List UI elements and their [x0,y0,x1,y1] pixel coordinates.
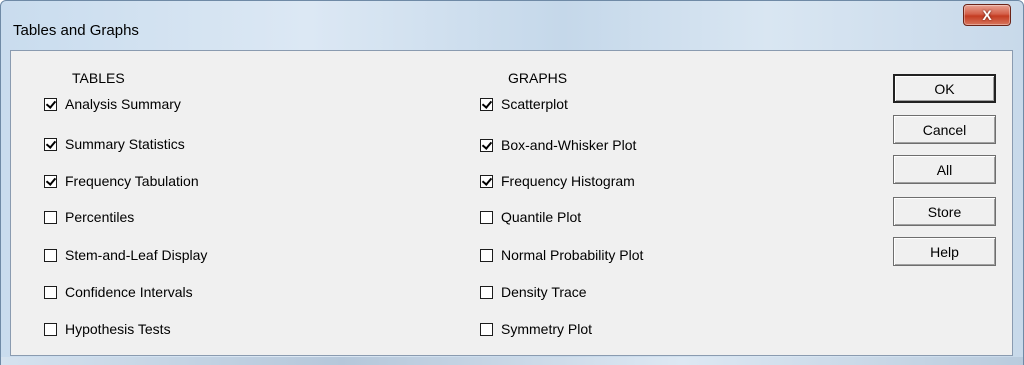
checkbox-box[interactable] [480,285,493,299]
title-bar[interactable]: Tables and Graphs X [1,1,1023,49]
checkbox-box[interactable] [44,322,57,336]
checkbox-label: Symmetry Plot [501,321,593,337]
graphs-header: GRAPHS [508,70,568,86]
window-bottom-border [1,357,1023,365]
tables-and-graphs-dialog: Tables and Graphs X TABLES Analysis Summ… [0,0,1024,365]
checkbox-hypothesis-tests[interactable]: Hypothesis Tests [44,321,171,337]
checkbox-summary-statistics[interactable]: Summary Statistics [44,136,185,152]
checkbox-confidence-intervals[interactable]: Confidence Intervals [44,284,193,300]
checkbox-box[interactable] [480,174,493,188]
checkbox-label: Box-and-Whisker Plot [501,137,637,153]
checkbox-label: Percentiles [65,209,135,225]
checkbox-box-and-whisker-plot[interactable]: Box-and-Whisker Plot [480,137,636,153]
checkbox-stem-and-leaf-display[interactable]: Stem-and-Leaf Display [44,247,207,263]
checkbox-box[interactable] [44,285,57,299]
checkbox-box[interactable] [44,97,57,111]
close-icon: X [982,7,992,23]
checkbox-frequency-tabulation[interactable]: Frequency Tabulation [44,173,199,189]
checkbox-label: Normal Probability Plot [501,247,644,263]
checkbox-scatterplot[interactable]: Scatterplot [480,96,568,112]
checkbox-label: Analysis Summary [65,96,181,112]
checkbox-box[interactable] [44,248,57,262]
all-button[interactable]: All [893,155,996,184]
tables-header: TABLES [72,70,125,86]
checkbox-normal-probability-plot[interactable]: Normal Probability Plot [480,247,643,263]
checkbox-percentiles[interactable]: Percentiles [44,209,134,225]
close-button[interactable]: X [963,4,1011,26]
checkbox-box[interactable] [44,174,57,188]
store-button[interactable]: Store [893,197,996,226]
checkbox-label: Stem-and-Leaf Display [65,247,208,263]
checkbox-box[interactable] [480,138,493,152]
checkbox-label: Frequency Histogram [501,173,635,189]
checkbox-box[interactable] [480,210,493,224]
checkbox-box[interactable] [480,248,493,262]
ok-button[interactable]: OK [893,74,996,103]
checkbox-frequency-histogram[interactable]: Frequency Histogram [480,173,635,189]
checkbox-label: Scatterplot [501,96,568,112]
checkbox-label: Summary Statistics [65,136,185,152]
checkbox-label: Frequency Tabulation [65,173,199,189]
cancel-button[interactable]: Cancel [893,115,996,144]
dialog-title: Tables and Graphs [13,22,139,39]
checkbox-label: Density Trace [501,284,587,300]
checkbox-box[interactable] [480,97,493,111]
checkbox-quantile-plot[interactable]: Quantile Plot [480,209,581,225]
checkbox-label: Confidence Intervals [65,284,193,300]
checkbox-box[interactable] [44,210,57,224]
dialog-body: TABLES Analysis Summary Summary Statisti… [10,50,1013,356]
help-button[interactable]: Help [893,237,996,266]
checkbox-symmetry-plot[interactable]: Symmetry Plot [480,321,592,337]
checkbox-density-trace[interactable]: Density Trace [480,284,587,300]
checkbox-analysis-summary[interactable]: Analysis Summary [44,96,181,112]
checkbox-box[interactable] [480,322,493,336]
checkbox-label: Hypothesis Tests [65,321,171,337]
checkbox-label: Quantile Plot [501,209,582,225]
checkbox-box[interactable] [44,137,57,151]
